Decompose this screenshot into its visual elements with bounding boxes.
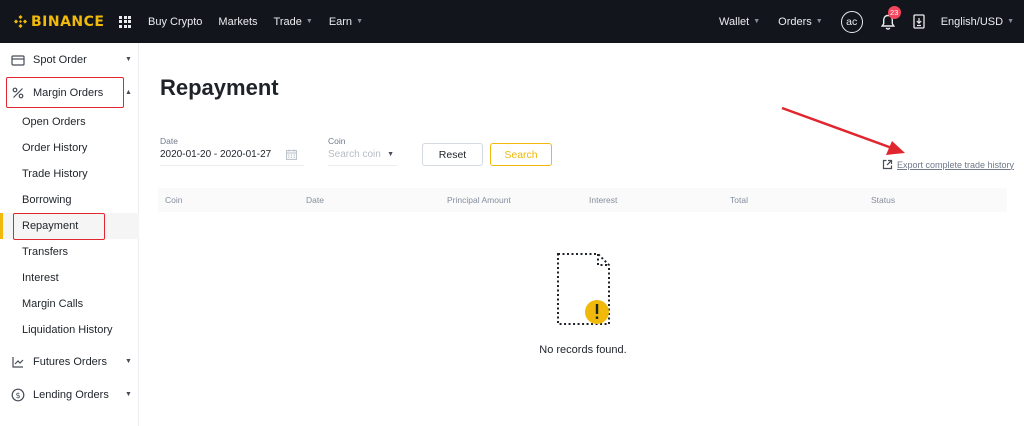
language-label: English/USD: [940, 15, 1004, 28]
column-header-total: Total: [730, 195, 748, 205]
notifications-button[interactable]: 23: [879, 5, 901, 31]
nav-buy-crypto[interactable]: Buy Crypto: [148, 16, 202, 28]
orders-menu[interactable]: Orders ▼: [778, 16, 823, 28]
sidebar-item-open-orders[interactable]: Open Orders: [0, 109, 139, 135]
logo-text: BINANCE: [31, 13, 105, 30]
column-header-coin: Coin: [165, 195, 183, 205]
sidebar-item-label: Borrowing: [22, 194, 72, 206]
chevron-down-icon: ▼: [815, 18, 823, 25]
column-header-date: Date: [306, 195, 324, 205]
notification-badge: 23: [887, 5, 901, 19]
column-header-interest: Interest: [589, 195, 618, 205]
annotation-arrow: [781, 106, 905, 155]
nav-trade[interactable]: Trade ▼: [274, 16, 313, 28]
top-navigation-bar: BINANCE Buy Crypto Markets Trade ▼ Earn ▼ …: [0, 0, 1024, 43]
binance-logo[interactable]: BINANCE: [13, 14, 116, 30]
chevron-down-icon: ▼: [125, 358, 132, 365]
sidebar-item-transfers[interactable]: Transfers: [0, 239, 139, 265]
export-trade-history-link[interactable]: Export complete trade history: [882, 159, 1014, 170]
page-title: Repayment: [160, 75, 279, 100]
sidebar-group-label: Margin Orders: [33, 86, 104, 99]
export-icon: [882, 159, 893, 170]
sidebar-item-label: Trade History: [22, 168, 88, 180]
nav-label: Earn: [328, 15, 353, 28]
sidebar-group-lending-orders[interactable]: $ Lending Orders ▼: [0, 378, 139, 411]
sidebar-item-label: Margin Calls: [22, 298, 84, 310]
main-nav: Buy Crypto Markets Trade ▼ Earn ▼: [148, 16, 379, 28]
binance-logo-icon: [13, 14, 28, 29]
sidebar-item-label: Transfers: [22, 246, 69, 258]
header-right: Wallet ▼ Orders ▼ ac 23 English/USD ▼: [719, 0, 1024, 43]
futures-icon: [11, 355, 25, 369]
sidebar-item-margin-calls[interactable]: Margin Calls: [0, 291, 139, 317]
mobile-download-icon: [913, 14, 925, 29]
sidebar-group-margin-orders[interactable]: Margin Orders ▲: [0, 76, 139, 109]
avatar-initials: ac: [846, 15, 858, 28]
avatar[interactable]: ac: [840, 10, 863, 33]
sidebar-item-label: Liquidation History: [22, 324, 113, 336]
chevron-down-icon: ▼: [305, 18, 313, 25]
chevron-down-icon: ▼: [387, 151, 394, 158]
language-currency-menu[interactable]: English/USD ▼: [941, 16, 1014, 28]
sidebar-group-label: Futures Orders: [33, 355, 107, 368]
nav-label: Markets: [218, 15, 258, 28]
sidebar-item-trade-history[interactable]: Trade History: [0, 161, 139, 187]
card-icon: [11, 53, 25, 67]
sidebar: Spot Order ▼ Margin Orders ▲ Open Orders…: [0, 43, 139, 426]
chevron-down-icon: ▼: [125, 391, 132, 398]
sidebar-item-label: Open Orders: [22, 116, 86, 128]
wallet-label: Wallet: [719, 15, 750, 28]
sidebar-item-liquidation-history[interactable]: Liquidation History: [0, 317, 139, 343]
coin-select-placeholder: Search coin: [328, 149, 381, 160]
sidebar-group-spot-order[interactable]: Spot Order ▼: [0, 43, 139, 76]
coin-select[interactable]: Search coin ▼: [328, 144, 397, 166]
sidebar-item-interest[interactable]: Interest: [0, 265, 139, 291]
export-label: Export complete trade history: [897, 159, 1015, 170]
table-header: Coin Date Principal Amount Interest Tota…: [158, 188, 1007, 212]
sidebar-item-borrowing[interactable]: Borrowing: [0, 187, 139, 213]
empty-state-message: No records found.: [539, 344, 627, 356]
search-button[interactable]: Search: [490, 143, 552, 166]
wallet-menu[interactable]: Wallet ▼: [719, 16, 760, 28]
calendar-icon: [286, 149, 297, 160]
chevron-down-icon: ▼: [1007, 18, 1014, 25]
nav-label: Trade: [273, 15, 302, 28]
chevron-down-icon: ▼: [125, 56, 132, 63]
sidebar-item-order-history[interactable]: Order History: [0, 135, 139, 161]
percent-icon: [11, 86, 25, 100]
sidebar-group-label: Spot Order: [33, 53, 87, 66]
apps-grid-icon[interactable]: [119, 15, 131, 28]
chevron-up-icon: ▲: [125, 89, 132, 96]
download-app-button[interactable]: [913, 14, 925, 29]
sidebar-item-label: Interest: [22, 272, 59, 284]
nav-label: Buy Crypto: [148, 15, 203, 28]
chevron-down-icon: ▼: [356, 18, 363, 25]
column-header-status: Status: [871, 195, 896, 205]
sidebar-item-label: Repayment: [22, 220, 79, 232]
orders-label: Orders: [778, 15, 812, 28]
reset-button[interactable]: Reset: [422, 143, 483, 166]
date-range-picker[interactable]: 2020-01-20 - 2020-01-27: [160, 144, 304, 166]
sidebar-group-label: Lending Orders: [33, 388, 109, 401]
nav-markets[interactable]: Markets: [218, 16, 257, 28]
dollar-coin-icon: $: [11, 388, 25, 402]
chevron-down-icon: ▼: [753, 18, 761, 25]
sidebar-item-label: Order History: [22, 142, 88, 154]
nav-earn[interactable]: Earn ▼: [329, 16, 363, 28]
svg-text:$: $: [15, 391, 20, 400]
empty-document-icon: [557, 253, 610, 325]
sidebar-item-repayment[interactable]: Repayment: [0, 213, 139, 239]
column-header-principal-amount: Principal Amount: [447, 195, 511, 205]
date-range-value: 2020-01-20 - 2020-01-27: [160, 149, 272, 160]
